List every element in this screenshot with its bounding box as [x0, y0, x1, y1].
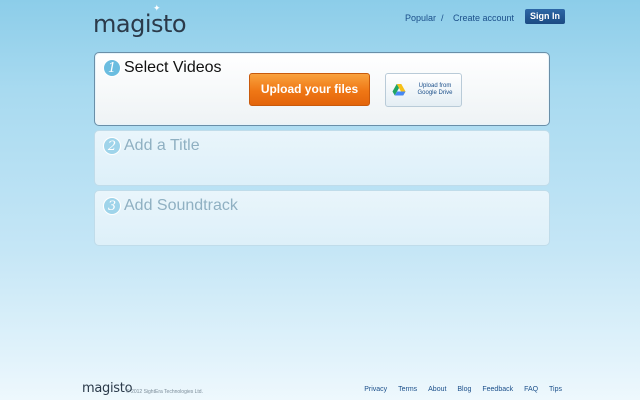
nav-popular-link[interactable]: Popular [405, 13, 436, 23]
footer-logo[interactable]: magisto [82, 381, 133, 396]
magisto-logo[interactable]: magisto ✦ [93, 4, 187, 38]
footer-link-blog[interactable]: Blog [457, 386, 471, 393]
footer-links: Privacy Terms About Blog Feedback FAQ Ti… [355, 386, 562, 393]
step-number-2: 2 [103, 137, 121, 155]
google-drive-line-2: Google Drive [417, 90, 453, 96]
footer-link-feedback[interactable]: Feedback [482, 386, 513, 393]
copyright-text: © 2012 SightEra Technologies Ltd. [126, 389, 203, 395]
step-title-add-soundtrack: Add Soundtrack [124, 197, 238, 214]
google-drive-icon [392, 84, 406, 96]
logo-text: magisto [93, 10, 187, 38]
footer-link-privacy[interactable]: Privacy [364, 386, 387, 393]
step-title-select-videos: Select Videos [124, 59, 222, 76]
step-title-add-title: Add a Title [124, 137, 200, 154]
google-drive-line-1: Upload from [418, 83, 452, 89]
sign-in-button[interactable]: Sign In [525, 9, 565, 24]
step-number-1: 1 [103, 59, 121, 77]
footer-link-tips[interactable]: Tips [549, 386, 562, 393]
upload-files-button[interactable]: Upload your files [249, 73, 370, 106]
footer-link-faq[interactable]: FAQ [524, 386, 538, 393]
step-add-soundtrack-panel[interactable]: 3 Add Soundtrack [94, 190, 550, 246]
top-bar: magisto ✦ Popular / Create account Sign … [0, 0, 640, 44]
nav-separator: / [441, 13, 444, 23]
google-drive-label: Upload from Google Drive [411, 83, 459, 97]
sparkle-icon: ✦ [153, 4, 161, 14]
nav-create-account-link[interactable]: Create account [453, 13, 514, 23]
step-add-title-panel[interactable]: 2 Add a Title [94, 130, 550, 186]
step-number-3: 3 [103, 197, 121, 215]
step-select-videos-panel[interactable]: 1 Select Videos Upload your files Upload… [94, 52, 550, 126]
footer-link-terms[interactable]: Terms [398, 386, 417, 393]
upload-google-drive-button[interactable]: Upload from Google Drive [385, 73, 462, 107]
footer-link-about[interactable]: About [428, 386, 446, 393]
